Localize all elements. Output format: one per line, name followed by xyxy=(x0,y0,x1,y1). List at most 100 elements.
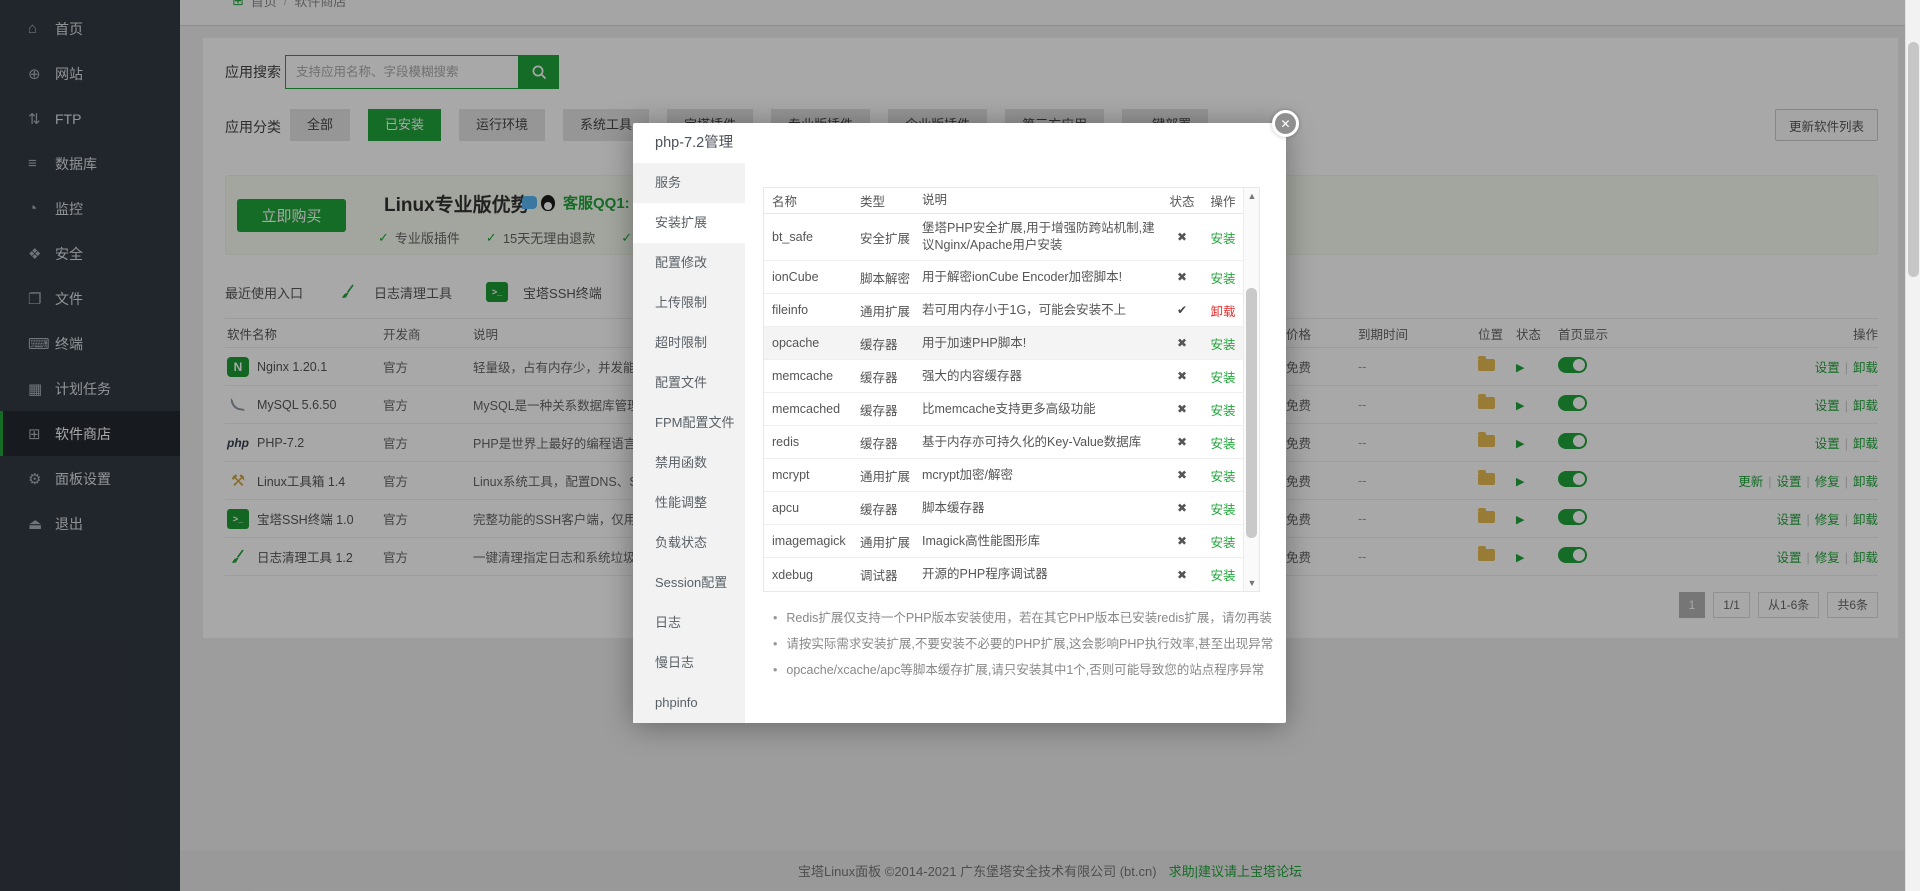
extension-type: 缓存器 xyxy=(860,367,922,386)
not-installed-cross-icon: ✖ xyxy=(1177,501,1187,515)
extension-action-cell: 安装 xyxy=(1202,466,1244,485)
extension-action-cell: 安装 xyxy=(1202,433,1244,452)
extension-type: 安全扩展 xyxy=(860,228,922,247)
extension-name: ionCube xyxy=(772,270,860,284)
modal-menu-item-1[interactable]: 安装扩展 xyxy=(633,203,745,243)
extension-name: imagemagick xyxy=(772,534,860,548)
extension-col-header: 名称 xyxy=(772,191,860,210)
modal-close-button[interactable]: ✕ xyxy=(1272,110,1299,137)
extension-action-cell: 安装 xyxy=(1202,532,1244,551)
extension-description: 开源的PHP程序调试器 xyxy=(922,566,1162,583)
modal-menu-item-12[interactable]: 慢日志 xyxy=(633,643,745,683)
extension-action-cell: 安装 xyxy=(1202,268,1244,287)
extension-action-安装[interactable]: 安装 xyxy=(1210,536,1235,550)
extension-action-安装[interactable]: 安装 xyxy=(1210,470,1235,484)
browser-scrollbar[interactable] xyxy=(1905,0,1920,891)
extension-description: 堡塔PHP安全扩展,用于增强防跨站机制,建议Nginx/Apache用户安装 xyxy=(922,220,1162,254)
extension-action-安装[interactable]: 安装 xyxy=(1210,569,1235,583)
modal-menu: 服务安装扩展配置修改上传限制超时限制配置文件FPM配置文件禁用函数性能调整负载状… xyxy=(633,163,745,723)
extension-row: bt_safe安全扩展堡塔PHP安全扩展,用于增强防跨站机制,建议Nginx/A… xyxy=(764,214,1244,261)
modal-content: 名称类型说明状态操作 bt_safe安全扩展堡塔PHP安全扩展,用于增强防跨站机… xyxy=(745,163,1286,723)
extension-description: 比memcache支持更多高级功能 xyxy=(922,401,1162,418)
extension-action-安装[interactable]: 安装 xyxy=(1210,272,1235,286)
modal-menu-item-0[interactable]: 服务 xyxy=(633,163,745,203)
extension-status: ✖ xyxy=(1162,230,1202,244)
extension-status: ✖ xyxy=(1162,369,1202,383)
extension-row: imagemagick通用扩展Imagick高性能图形库✖安装 xyxy=(764,525,1244,558)
modal-menu-item-9[interactable]: 负载状态 xyxy=(633,523,745,563)
extension-action-安装[interactable]: 安装 xyxy=(1210,338,1235,352)
extension-type: 缓存器 xyxy=(860,499,922,518)
extension-description: 用于解密ionCube Encoder加密脚本! xyxy=(922,269,1162,286)
not-installed-cross-icon: ✖ xyxy=(1177,369,1187,383)
extension-table: 名称类型说明状态操作 bt_safe安全扩展堡塔PHP安全扩展,用于增强防跨站机… xyxy=(763,187,1260,592)
browser-scrollbar-thumb[interactable] xyxy=(1908,42,1919,277)
extension-name: memcache xyxy=(772,369,860,383)
extension-action-安装[interactable]: 安装 xyxy=(1210,437,1235,451)
extension-note-2: opcache/xcache/apc等脚本缓存扩展,请只安装其中1个,否则可能导… xyxy=(773,657,1268,683)
modal-menu-item-4[interactable]: 超时限制 xyxy=(633,323,745,363)
modal-menu-item-3[interactable]: 上传限制 xyxy=(633,283,745,323)
extension-type: 脚本解密 xyxy=(860,268,922,287)
not-installed-cross-icon: ✖ xyxy=(1177,336,1187,350)
extension-type: 通用扩展 xyxy=(860,301,922,320)
extension-status: ✖ xyxy=(1162,270,1202,284)
scroll-up-icon[interactable]: ▲ xyxy=(1244,189,1260,203)
extension-action-卸载[interactable]: 卸载 xyxy=(1210,305,1235,319)
extension-name: bt_safe xyxy=(772,230,860,244)
not-installed-cross-icon: ✖ xyxy=(1177,230,1187,244)
extension-row: opcache缓存器用于加速PHP脚本! ✖ 安装 xyxy=(764,327,1244,360)
modal-body: 服务安装扩展配置修改上传限制超时限制配置文件FPM配置文件禁用函数性能调整负载状… xyxy=(633,163,1286,723)
extension-description: mcrypt加密/解密 xyxy=(922,467,1162,484)
modal-menu-item-6[interactable]: FPM配置文件 xyxy=(633,403,745,443)
modal-menu-item-10[interactable]: Session配置 xyxy=(633,563,745,603)
extension-type: 缓存器 xyxy=(860,334,922,353)
extension-note-1: 请按实际需求安装扩展,不要安装不必要的PHP扩展,这会影响PHP执行效率,甚至出… xyxy=(773,631,1268,657)
extension-type: 通用扩展 xyxy=(860,466,922,485)
extension-name: apcu xyxy=(772,501,860,515)
extension-name: redis xyxy=(772,435,860,449)
extension-status: ✖ xyxy=(1162,336,1202,350)
extension-row: apcu缓存器脚本缓存器✖安装 xyxy=(764,492,1244,525)
extension-type: 缓存器 xyxy=(860,400,922,419)
extension-name: fileinfo xyxy=(772,303,860,317)
extension-status: ✔ xyxy=(1162,303,1202,317)
extension-action-安装[interactable]: 安装 xyxy=(1210,371,1235,385)
extension-table-header: 名称类型说明状态操作 xyxy=(764,188,1244,214)
scrollbar-thumb[interactable] xyxy=(1246,288,1257,538)
modal-menu-item-5[interactable]: 配置文件 xyxy=(633,363,745,403)
extension-action-安装[interactable]: 安装 xyxy=(1210,503,1235,517)
extension-description: 强大的内容缓存器 xyxy=(922,368,1162,385)
extension-description: 用于加速PHP脚本! xyxy=(922,335,1162,352)
extension-name: mcrypt xyxy=(772,468,860,482)
modal-menu-item-8[interactable]: 性能调整 xyxy=(633,483,745,523)
extension-row: memcache缓存器强大的内容缓存器 ✖ 安装 xyxy=(764,360,1244,393)
extension-status: ✖ xyxy=(1162,435,1202,449)
extension-description: Imagick高性能图形库 xyxy=(922,533,1162,550)
modal-title: php-7.2管理 xyxy=(633,123,1286,163)
extension-status: ✖ xyxy=(1162,402,1202,416)
not-installed-cross-icon: ✖ xyxy=(1177,534,1187,548)
not-installed-cross-icon: ✖ xyxy=(1177,468,1187,482)
modal-menu-item-11[interactable]: 日志 xyxy=(633,603,745,643)
extension-row: xdebug调试器开源的PHP程序调试器✖安装 xyxy=(764,558,1244,591)
not-installed-cross-icon: ✖ xyxy=(1177,270,1187,284)
extension-name: opcache xyxy=(772,336,860,350)
extension-status: ✖ xyxy=(1162,468,1202,482)
extension-table-scrollbar[interactable]: ▲ ▼ xyxy=(1243,188,1259,591)
extension-description: 若可用内存小于1G，可能会安装不上 xyxy=(922,302,1162,319)
modal-menu-item-2[interactable]: 配置修改 xyxy=(633,243,745,283)
extension-name: xdebug xyxy=(772,568,860,582)
not-installed-cross-icon: ✖ xyxy=(1177,435,1187,449)
extension-status: ✖ xyxy=(1162,501,1202,515)
modal-menu-item-13[interactable]: phpinfo xyxy=(633,683,745,723)
extension-action-cell: 安装 xyxy=(1202,499,1244,518)
extension-col-header: 类型 xyxy=(860,191,922,210)
extension-action-安装[interactable]: 安装 xyxy=(1210,404,1235,418)
extension-action-cell: 卸载 xyxy=(1202,301,1244,320)
scroll-down-icon[interactable]: ▼ xyxy=(1244,576,1260,590)
extension-row: redis缓存器基于内存亦可持久化的Key-Value数据库✖安装 xyxy=(764,426,1244,459)
modal-menu-item-7[interactable]: 禁用函数 xyxy=(633,443,745,483)
extension-col-header: 说明 xyxy=(922,192,1162,209)
extension-action-安装[interactable]: 安装 xyxy=(1210,232,1235,246)
